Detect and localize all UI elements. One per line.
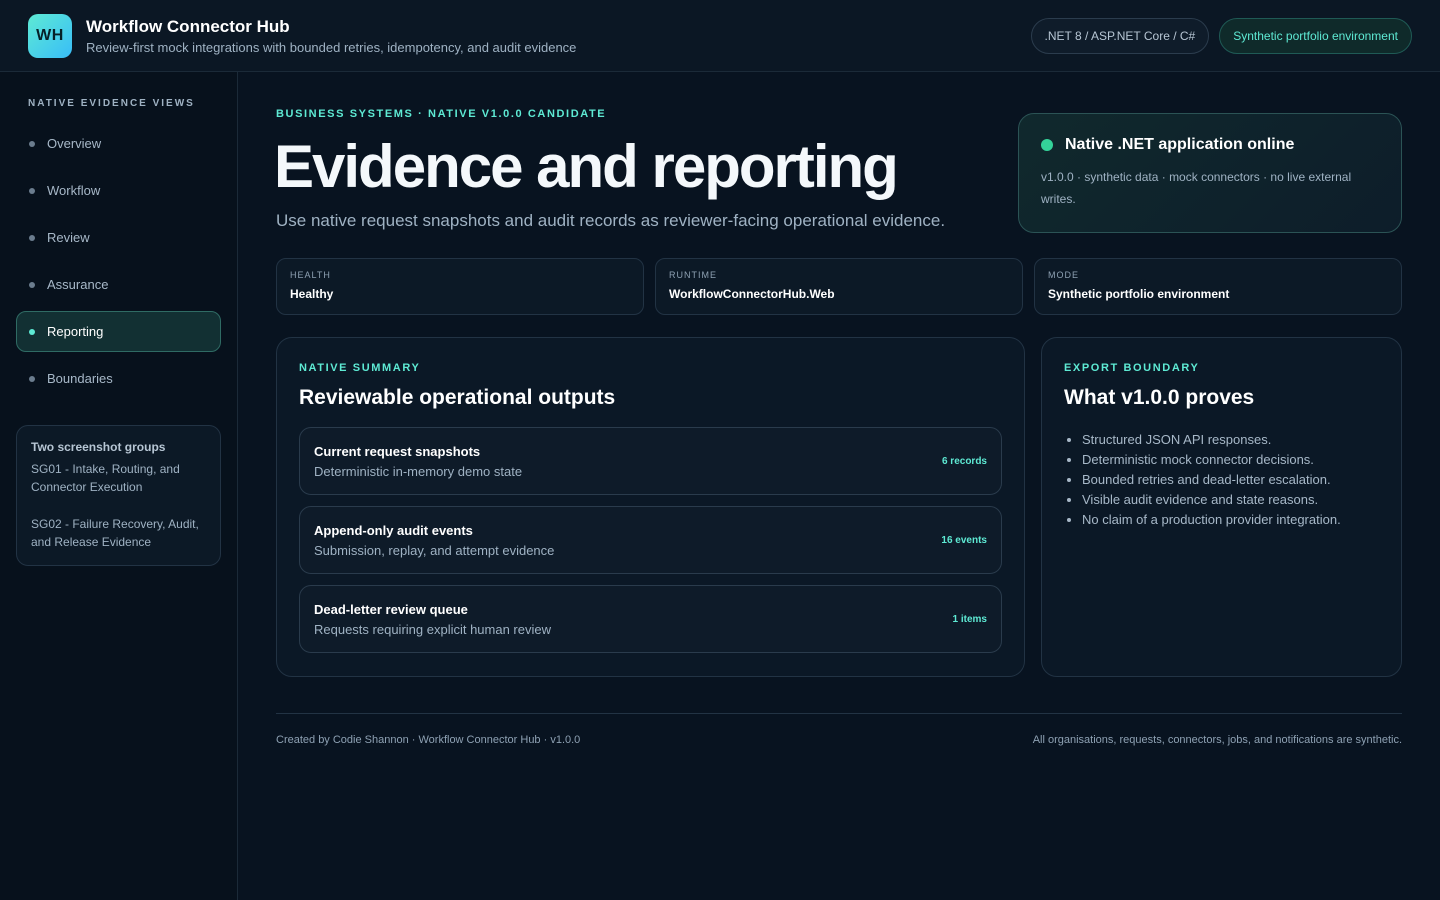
sidebar-item-reporting[interactable]: Reporting [16, 311, 221, 352]
metric-value: Healthy [290, 287, 334, 301]
screenshot-groups-title: Two screenshot groups [31, 440, 166, 454]
sidebar-item-label: Workflow [47, 183, 101, 198]
metric-value: WorkflowConnectorHub.Web [669, 287, 835, 301]
page-eyebrow: BUSINESS SYSTEMS · NATIVE V1.0.0 CANDIDA… [276, 108, 607, 120]
app-status-card: Native .NET application online v1.0.0 · … [1018, 113, 1402, 233]
panel-eyebrow: EXPORT BOUNDARY [1064, 362, 1200, 374]
count-badge: 6 records [941, 455, 987, 467]
proof-item: Deterministic mock connector decisions. [1082, 450, 1379, 470]
app-subtitle: Review-first mock integrations with boun… [86, 39, 577, 55]
page-footer: Created by Codie Shannon · Workflow Conn… [276, 713, 1402, 746]
list-item-title: Append-only audit events [314, 522, 473, 538]
list-item-text: Append-only audit events Submission, rep… [314, 523, 941, 558]
list-item-text: Dead-letter review queue Requests requir… [314, 602, 953, 637]
runtime-metric-card: RUNTIME WorkflowConnectorHub.Web [655, 258, 1023, 315]
sidebar-item-label: Reporting [47, 324, 104, 339]
top-bar: WH Workflow Connector Hub Review-first m… [0, 0, 1440, 72]
sidebar-item-assurance[interactable]: Assurance [16, 264, 221, 305]
sidebar-item-boundaries[interactable]: Boundaries [16, 358, 221, 399]
proof-item: No claim of a production provider integr… [1082, 510, 1379, 530]
list-item-text: Current request snapshots Deterministic … [314, 444, 942, 479]
bullet-dot-icon [29, 281, 35, 288]
app-title: Workflow Connector Hub [86, 16, 290, 36]
list-item-title: Dead-letter review queue [314, 601, 468, 617]
sidebar: NATIVE EVIDENCE VIEWS Overview Workflow … [0, 72, 238, 900]
sidebar-item-label: Boundaries [47, 371, 113, 386]
metrics-row: HEALTH Healthy RUNTIME WorkflowConnector… [276, 258, 1402, 315]
health-metric-card: HEALTH Healthy [276, 258, 644, 315]
header-pills: .NET 8 / ASP.NET Core / C# Synthetic por… [1030, 17, 1412, 54]
sidebar-item-label: Assurance [47, 277, 109, 292]
screenshot-group-sg01: SG01 - Intake, Routing, and Connector Ex… [31, 462, 180, 494]
proof-item: Structured JSON API responses. [1082, 430, 1379, 450]
sidebar-heading: NATIVE EVIDENCE VIEWS [28, 98, 195, 109]
panel-eyebrow: NATIVE SUMMARY [299, 362, 421, 374]
list-item-subtitle: Submission, replay, and attempt evidence [314, 542, 555, 558]
list-item-title: Current request snapshots [314, 443, 481, 459]
list-item-subtitle: Deterministic in-memory demo state [314, 463, 523, 479]
screenshot-group-sg02: SG02 - Failure Recovery, Audit, and Rele… [31, 517, 199, 549]
mode-metric-card: MODE Synthetic portfolio environment [1034, 258, 1402, 315]
screenshot-groups-card: Two screenshot groups SG01 - Intake, Rou… [16, 425, 221, 566]
page-title: Evidence and reporting [274, 133, 899, 200]
sidebar-item-overview[interactable]: Overview [16, 123, 221, 164]
list-item-subtitle: Requests requiring explicit human review [314, 621, 552, 637]
status-title: Native .NET application online [1065, 136, 1295, 153]
proof-item: Bounded retries and dead-letter escalati… [1082, 470, 1379, 490]
metric-label: MODE [1048, 270, 1079, 280]
metric-label: HEALTH [290, 270, 331, 280]
sidebar-item-workflow[interactable]: Workflow [16, 170, 221, 211]
bullet-dot-icon [29, 187, 35, 194]
bullet-dot-icon [29, 328, 35, 335]
page-subtitle: Use native request snapshots and audit r… [276, 211, 946, 230]
main-content: BUSINESS SYSTEMS · NATIVE V1.0.0 CANDIDA… [238, 72, 1440, 900]
native-summary-panel: NATIVE SUMMARY Reviewable operational ou… [276, 337, 1025, 677]
environment-pill: Synthetic portfolio environment [1219, 17, 1412, 54]
sidebar-item-review[interactable]: Review [16, 217, 221, 258]
footer-credit: Created by Codie Shannon · Workflow Conn… [276, 734, 581, 746]
export-boundary-panel: EXPORT BOUNDARY What v1.0.0 proves Struc… [1041, 337, 1402, 677]
brand-block: Workflow Connector Hub Review-first mock… [86, 17, 576, 55]
sidebar-item-label: Review [47, 230, 90, 245]
footer-disclaimer: All organisations, requests, connectors,… [1032, 734, 1402, 746]
list-item[interactable]: Append-only audit events Submission, rep… [299, 506, 1002, 574]
list-item[interactable]: Current request snapshots Deterministic … [299, 427, 1002, 495]
bullet-dot-icon [29, 140, 35, 147]
tech-stack-pill: .NET 8 / ASP.NET Core / C# [1030, 17, 1210, 54]
count-badge: 1 items [952, 613, 987, 625]
status-description: v1.0.0 · synthetic data · mock connector… [1041, 170, 1352, 206]
list-item[interactable]: Dead-letter review queue Requests requir… [299, 585, 1002, 653]
metric-label: RUNTIME [669, 270, 717, 280]
bullet-dot-icon [29, 375, 35, 382]
app-logo[interactable]: WH [28, 13, 72, 58]
online-status-icon [1041, 139, 1053, 151]
panel-title: What v1.0.0 proves [1064, 386, 1255, 409]
proof-item: Visible audit evidence and state reasons… [1082, 490, 1379, 510]
bullet-dot-icon [29, 234, 35, 241]
proof-list: Structured JSON API responses. Determini… [1064, 430, 1379, 530]
metric-value: Synthetic portfolio environment [1048, 287, 1230, 301]
panel-title: Reviewable operational outputs [299, 386, 616, 409]
count-badge: 16 events [941, 534, 987, 546]
sidebar-item-label: Overview [47, 136, 102, 151]
status-header: Native .NET application online [1041, 136, 1379, 154]
